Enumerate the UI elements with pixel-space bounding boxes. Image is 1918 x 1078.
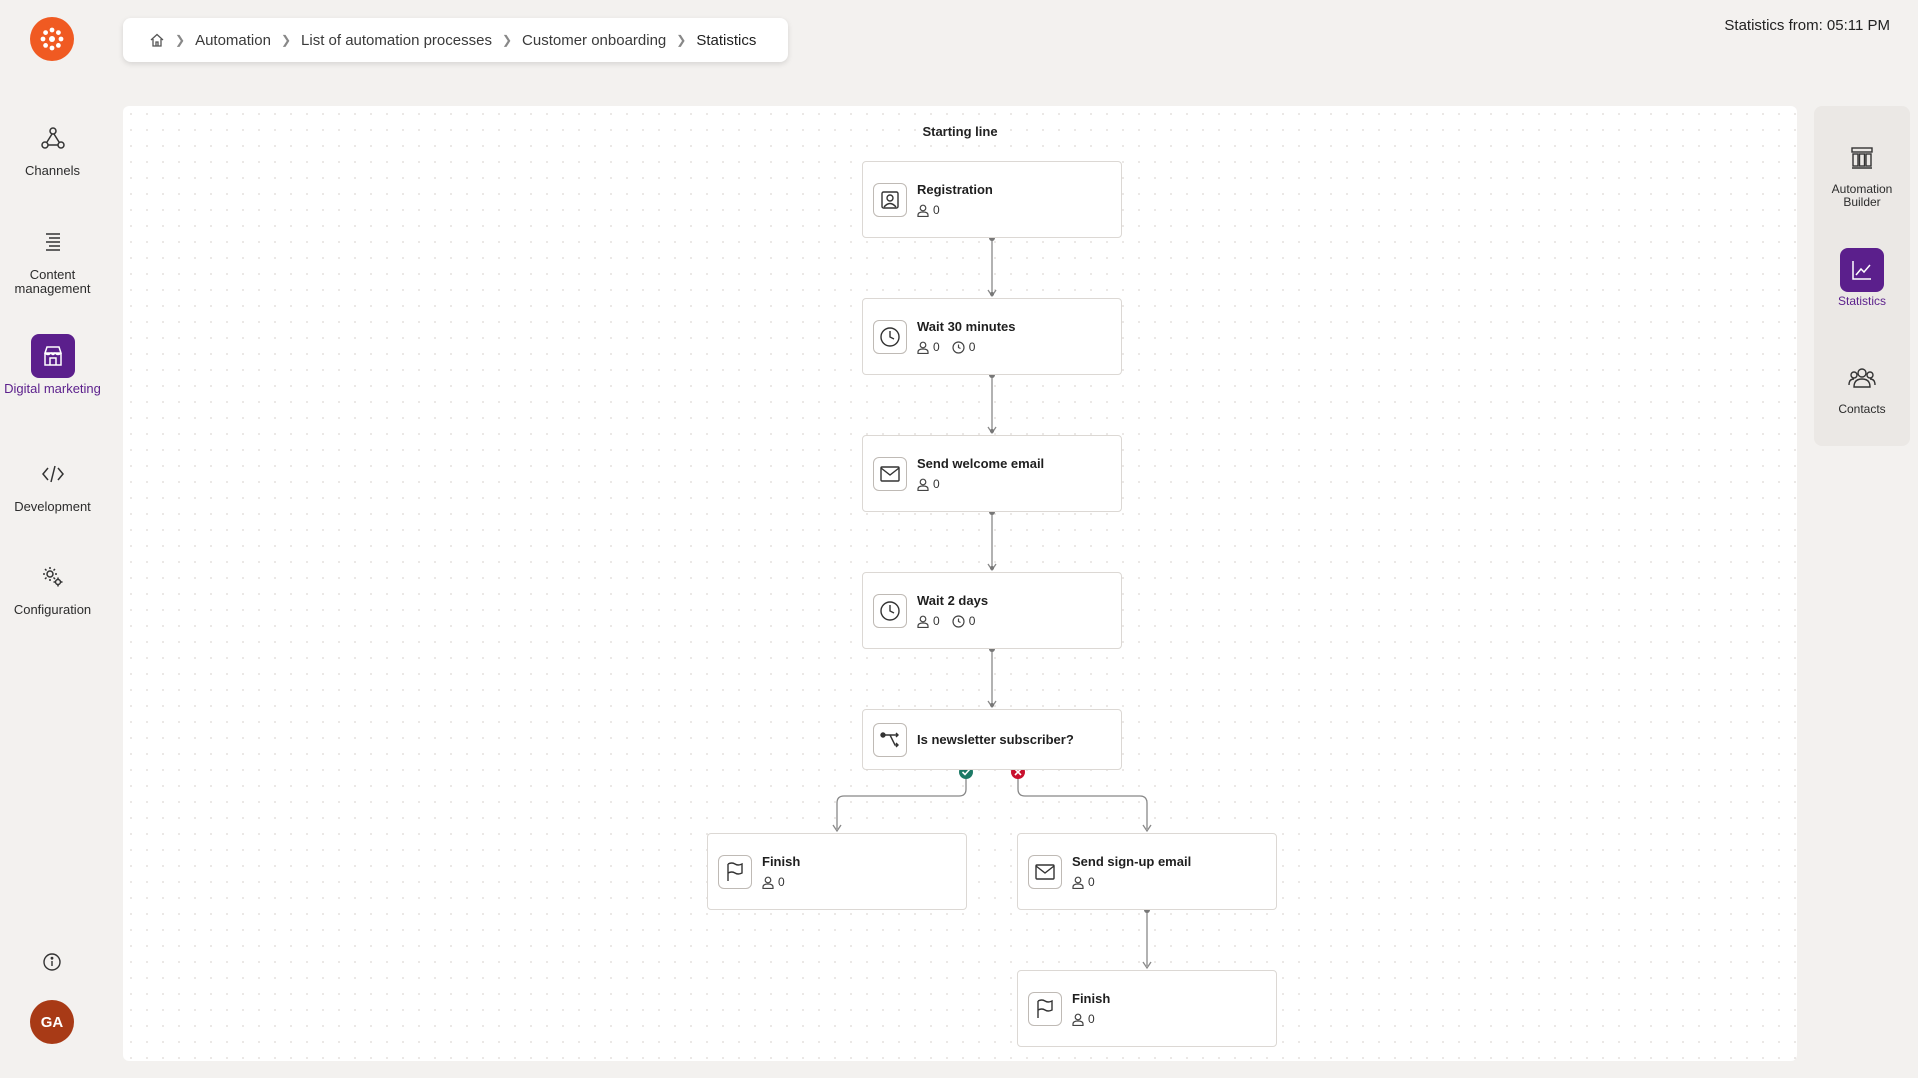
node-title: Send sign-up email	[1072, 854, 1192, 869]
starting-line-label: Starting line	[123, 124, 1797, 139]
contacts-count: 0	[917, 614, 940, 628]
nav-configuration-label: Configuration	[13, 602, 92, 617]
waiting-count: 0	[952, 614, 976, 628]
timer-icon	[952, 614, 965, 628]
nav-configuration[interactable]: Configuration	[0, 555, 105, 617]
nav-development[interactable]: Development	[0, 452, 105, 514]
left-navigation: Channels Content management Digital mark…	[0, 0, 105, 1078]
code-icon	[31, 452, 75, 496]
breadcrumb-process-list[interactable]: List of automation processes	[301, 32, 492, 49]
person-icon	[917, 341, 929, 354]
starting-line-text: Starting line	[922, 124, 998, 139]
node-title: Finish	[1072, 991, 1111, 1006]
contacts-count: 0	[917, 340, 940, 354]
breadcrumb-automation[interactable]: Automation	[195, 32, 271, 49]
contacts-count: 0	[917, 203, 940, 217]
breadcrumb-separator: ❯	[676, 33, 687, 47]
home-icon[interactable]	[149, 32, 165, 48]
node-send-welcome-email[interactable]: Send welcome email 0	[862, 435, 1122, 512]
panel-automation-builder[interactable]: Automation Builder	[1814, 136, 1910, 209]
envelope-icon	[1028, 854, 1062, 889]
waiting-count-value: 0	[968, 340, 976, 354]
contacts-count-value: 0	[1088, 875, 1095, 889]
contacts-count-value: 0	[933, 340, 940, 354]
node-wait-30-minutes[interactable]: Wait 30 minutes 0 0	[862, 298, 1122, 375]
panel-contacts[interactable]: Contacts	[1814, 356, 1910, 416]
contacts-count: 0	[762, 875, 785, 889]
contacts-icon	[1840, 356, 1884, 400]
timer-icon	[952, 340, 965, 354]
person-icon	[917, 204, 929, 217]
gear-icon	[31, 555, 75, 599]
person-icon	[1072, 1013, 1084, 1026]
node-send-signup-email[interactable]: Send sign-up email 0	[1017, 833, 1277, 910]
node-finish-no[interactable]: Finish 0	[1017, 970, 1277, 1047]
breadcrumb: ❯ Automation ❯ List of automation proces…	[123, 18, 788, 62]
breadcrumb-separator: ❯	[175, 33, 186, 47]
logo-icon	[40, 27, 64, 51]
right-panel: Automation Builder Statistics Contacts	[1814, 106, 1910, 446]
contacts-count-value: 0	[778, 875, 785, 889]
nav-digital-marketing-label: Digital marketing	[4, 381, 101, 396]
contacts-count: 0	[917, 477, 940, 491]
user-avatar[interactable]: GA	[30, 1000, 74, 1044]
node-title: Is newsletter subscriber?	[917, 732, 1074, 747]
nav-content-management-label: Content management	[14, 267, 91, 296]
info-icon	[43, 953, 61, 971]
panel-statistics-label: Statistics	[1837, 294, 1886, 308]
nav-digital-marketing[interactable]: Digital marketing	[0, 334, 105, 396]
breadcrumb-separator: ❯	[280, 33, 292, 47]
contacts-count-value: 0	[933, 477, 940, 491]
condition-icon	[873, 722, 907, 757]
contacts-count-value: 0	[933, 614, 940, 628]
chart-icon	[1840, 248, 1884, 292]
node-title: Wait 2 days	[917, 593, 989, 608]
nav-channels-label: Channels	[25, 163, 80, 178]
panel-contacts-label: Contacts	[1838, 402, 1886, 416]
info-button[interactable]	[40, 950, 64, 974]
node-title: Wait 30 minutes	[917, 319, 1016, 334]
panel-automation-builder-label: Automation Builder	[1831, 182, 1893, 209]
contacts-count: 0	[1072, 875, 1095, 889]
panel-statistics[interactable]: Statistics	[1814, 248, 1910, 308]
envelope-icon	[873, 456, 907, 491]
waiting-count: 0	[952, 340, 976, 354]
workflow-canvas[interactable]: Starting line Registration 0 Wait 30 min…	[123, 106, 1797, 1061]
nav-development-label: Development	[14, 499, 91, 514]
nav-channels[interactable]: Channels	[0, 116, 105, 178]
content-management-icon	[31, 220, 75, 264]
clock-icon	[873, 319, 907, 354]
node-title: Finish	[762, 854, 801, 869]
app-logo[interactable]	[30, 17, 74, 61]
builder-icon	[1840, 136, 1884, 180]
flag-icon	[1028, 991, 1062, 1026]
breadcrumb-statistics: Statistics	[696, 31, 757, 49]
node-registration[interactable]: Registration 0	[862, 161, 1122, 238]
digital-marketing-icon	[30, 334, 75, 378]
contacts-count-value: 0	[933, 203, 940, 217]
person-icon	[762, 876, 774, 889]
person-icon	[917, 478, 929, 491]
breadcrumb-separator: ❯	[501, 33, 513, 47]
nav-content-management[interactable]: Content management	[0, 220, 105, 296]
channels-icon	[31, 116, 75, 160]
breadcrumb-customer-onboarding[interactable]: Customer onboarding	[522, 32, 666, 49]
statistics-timestamp: Statistics from: 05:11 PM	[1724, 17, 1890, 34]
node-condition-newsletter[interactable]: Is newsletter subscriber?	[862, 709, 1122, 770]
waiting-count-value: 0	[968, 614, 976, 628]
flag-icon	[718, 854, 752, 889]
person-icon	[1072, 876, 1084, 889]
contact-form-icon	[873, 182, 907, 217]
contacts-count: 0	[1072, 1012, 1095, 1026]
node-wait-2-days[interactable]: Wait 2 days 0 0	[862, 572, 1122, 649]
node-title: Registration	[917, 182, 993, 197]
person-icon	[917, 615, 929, 628]
node-finish-yes[interactable]: Finish 0	[707, 833, 967, 910]
node-title: Send welcome email	[917, 456, 1045, 471]
clock-icon	[873, 593, 907, 628]
contacts-count-value: 0	[1088, 1012, 1095, 1026]
